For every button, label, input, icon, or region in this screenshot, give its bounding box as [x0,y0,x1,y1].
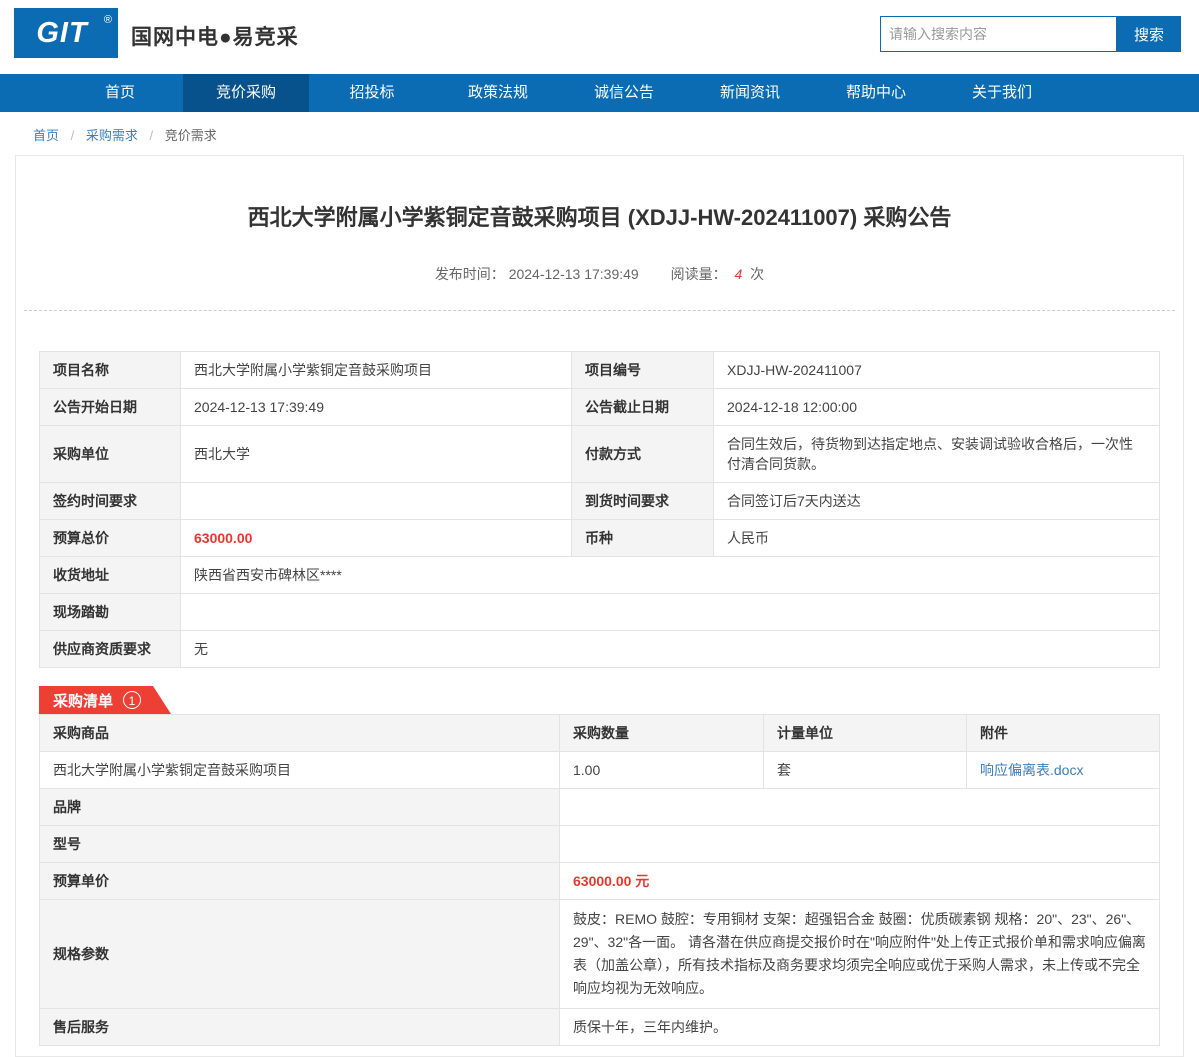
logo[interactable]: GIT ® [14,8,118,58]
purchase-list-section: 采购清单 1 [39,686,1160,714]
table-row: 签约时间要求 到货时间要求 合同签订后7天内送达 [40,483,1160,520]
breadcrumb-purchase-demand[interactable]: 采购需求 [86,128,138,143]
column-header-unit: 计量单位 [764,715,967,752]
info-value: 2024-12-18 12:00:00 [714,389,1160,426]
brand-title: 国网中电●易竞采 [131,21,299,51]
detail-label: 售后服务 [40,1009,560,1046]
site-header: GIT ® 国网中电●易竞采 搜索 [0,0,1199,74]
table-row: 收货地址 陕西省西安市碑林区**** [40,557,1160,594]
table-row: 品牌 [40,789,1160,826]
project-info-table: 项目名称 西北大学附属小学紫铜定音鼓采购项目 项目编号 XDJJ-HW-2024… [39,351,1160,668]
publish-time-label: 发布时间： [435,266,505,282]
table-row: 采购单位 西北大学 付款方式 合同生效后，待货物到达指定地点、安装调试验收合格后… [40,426,1160,483]
nav-item-bidding-purchase[interactable]: 竞价采购 [183,74,309,112]
table-row: 型号 [40,826,1160,863]
breadcrumb-current: 竞价需求 [165,128,217,143]
purchase-list-table: 采购商品 采购数量 计量单位 附件 西北大学附属小学紫铜定音鼓采购项目 1.00… [39,714,1160,1046]
purchase-list-label: 采购清单 [53,690,113,711]
info-value: 人民币 [714,520,1160,557]
detail-label: 预算单价 [40,863,560,900]
column-header-quantity: 采购数量 [560,715,764,752]
table-row: 项目名称 西北大学附属小学紫铜定音鼓采购项目 项目编号 XDJJ-HW-2024… [40,352,1160,389]
info-value: 2024-12-13 17:39:49 [181,389,572,426]
breadcrumb-separator: / [71,128,75,143]
detail-value [560,789,1160,826]
registered-trademark-icon: ® [104,14,112,26]
spec-parameters: 鼓皮：REMO 鼓腔：专用铜材 支架：超强铝合金 鼓圈：优质碳素钢 规格：20"… [560,900,1160,1009]
detail-value [560,826,1160,863]
main-nav: 首页 竞价采购 招投标 政策法规 诚信公告 新闻资讯 帮助中心 关于我们 [0,74,1199,112]
breadcrumb-separator: / [150,128,154,143]
views-label: 阅读量： [671,266,727,282]
search-input[interactable] [880,16,1117,52]
table-row: 供应商资质要求 无 [40,631,1160,668]
views-count: 4 [734,266,742,282]
nav-item-about-us[interactable]: 关于我们 [939,74,1065,112]
info-value: XDJJ-HW-202411007 [714,352,1160,389]
info-label: 现场踏勘 [40,594,181,631]
search-button[interactable]: 搜索 [1117,16,1181,52]
info-value [181,483,572,520]
info-value: 陕西省西安市碑林区**** [181,557,1160,594]
announcement-card: 西北大学附属小学紫铜定音鼓采购项目 (XDJJ-HW-202411007) 采购… [15,155,1184,1057]
purchase-quantity: 1.00 [560,752,764,789]
breadcrumb: 首页 / 采购需求 / 竞价需求 [0,112,1199,155]
after-sales-service: 质保十年，三年内维护。 [560,1009,1160,1046]
column-header-product: 采购商品 [40,715,560,752]
info-label: 公告截止日期 [572,389,714,426]
attachment-link[interactable]: 响应偏离表.docx [980,762,1083,778]
logo-text: GIT [36,17,95,49]
info-label: 币种 [572,520,714,557]
table-row: 西北大学附属小学紫铜定音鼓采购项目 1.00 套 响应偏离表.docx [40,752,1160,789]
info-label: 预算总价 [40,520,181,557]
views-unit: 次 [750,266,764,282]
product-name: 西北大学附属小学紫铜定音鼓采购项目 [40,752,560,789]
table-header-row: 采购商品 采购数量 计量单位 附件 [40,715,1160,752]
meta-line: 发布时间： 2024-12-13 17:39:49 阅读量： 4 次 [16,264,1183,284]
info-value: 西北大学 [181,426,572,483]
table-row: 规格参数 鼓皮：REMO 鼓腔：专用铜材 支架：超强铝合金 鼓圈：优质碳素钢 规… [40,900,1160,1009]
info-label: 项目编号 [572,352,714,389]
nav-item-news[interactable]: 新闻资讯 [687,74,813,112]
detail-label: 规格参数 [40,900,560,1009]
nav-item-integrity-notice[interactable]: 诚信公告 [561,74,687,112]
info-label: 收货地址 [40,557,181,594]
detail-label: 型号 [40,826,560,863]
table-row: 预算单价 63000.00 元 [40,863,1160,900]
info-label: 签约时间要求 [40,483,181,520]
info-value [181,594,1160,631]
info-label: 到货时间要求 [572,483,714,520]
budget-unit-price: 63000.00 元 [560,863,1160,900]
detail-label: 品牌 [40,789,560,826]
nav-item-tendering[interactable]: 招投标 [309,74,435,112]
budget-total-price: 63000.00 [181,520,572,557]
info-label: 项目名称 [40,352,181,389]
search-box: 搜索 [880,16,1181,52]
table-row: 售后服务 质保十年，三年内维护。 [40,1009,1160,1046]
nav-item-help-center[interactable]: 帮助中心 [813,74,939,112]
publish-time-value: 2024-12-13 17:39:49 [509,266,639,282]
info-label: 供应商资质要求 [40,631,181,668]
info-value: 合同签订后7天内送达 [714,483,1160,520]
info-label: 公告开始日期 [40,389,181,426]
info-value: 西北大学附属小学紫铜定音鼓采购项目 [181,352,572,389]
column-header-attachment: 附件 [967,715,1160,752]
table-row: 预算总价 63000.00 币种 人民币 [40,520,1160,557]
page-title: 西北大学附属小学紫铜定音鼓采购项目 (XDJJ-HW-202411007) 采购… [16,156,1183,232]
breadcrumb-home[interactable]: 首页 [33,128,59,143]
purchase-list-ribbon: 采购清单 1 [39,686,171,714]
table-row: 现场踏勘 [40,594,1160,631]
purchase-list-count-badge: 1 [123,691,141,709]
info-value: 无 [181,631,1160,668]
nav-item-policies[interactable]: 政策法规 [435,74,561,112]
measure-unit: 套 [764,752,967,789]
info-label: 付款方式 [572,426,714,483]
info-label: 采购单位 [40,426,181,483]
table-row: 公告开始日期 2024-12-13 17:39:49 公告截止日期 2024-1… [40,389,1160,426]
info-value: 合同生效后，待货物到达指定地点、安装调试验收合格后，一次性付清合同货款。 [714,426,1160,483]
nav-item-home[interactable]: 首页 [57,74,183,112]
dashed-divider [24,310,1175,311]
